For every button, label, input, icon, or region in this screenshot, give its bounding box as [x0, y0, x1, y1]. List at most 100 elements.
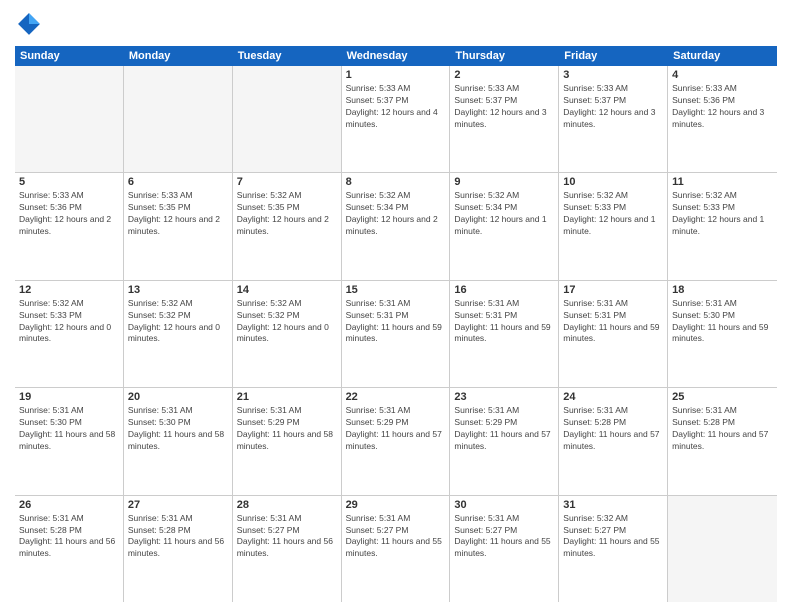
day-number: 12 [19, 284, 119, 296]
day-number: 10 [563, 176, 663, 188]
calendar-row: 26 Sunrise: 5:31 AM Sunset: 5:28 PM Dayli… [15, 496, 777, 602]
weekday-header: Sunday [15, 46, 124, 66]
day-number: 20 [128, 391, 228, 403]
calendar-cell: 4 Sunrise: 5:33 AM Sunset: 5:36 PM Daylig… [668, 66, 777, 172]
day-info: Sunrise: 5:31 AM Sunset: 5:28 PM Dayligh… [19, 513, 119, 561]
calendar-cell: 7 Sunrise: 5:32 AM Sunset: 5:35 PM Daylig… [233, 173, 342, 279]
day-number: 23 [454, 391, 554, 403]
day-number: 30 [454, 499, 554, 511]
day-info: Sunrise: 5:31 AM Sunset: 5:30 PM Dayligh… [128, 405, 228, 453]
day-number: 15 [346, 284, 446, 296]
weekday-header: Tuesday [233, 46, 342, 66]
day-info: Sunrise: 5:32 AM Sunset: 5:33 PM Dayligh… [19, 298, 119, 346]
day-info: Sunrise: 5:32 AM Sunset: 5:34 PM Dayligh… [346, 190, 446, 238]
calendar-cell [233, 66, 342, 172]
day-number: 14 [237, 284, 337, 296]
day-info: Sunrise: 5:32 AM Sunset: 5:27 PM Dayligh… [563, 513, 663, 561]
day-info: Sunrise: 5:32 AM Sunset: 5:35 PM Dayligh… [237, 190, 337, 238]
day-number: 31 [563, 499, 663, 511]
day-info: Sunrise: 5:33 AM Sunset: 5:36 PM Dayligh… [672, 83, 773, 131]
calendar-cell: 13 Sunrise: 5:32 AM Sunset: 5:32 PM Dayli… [124, 281, 233, 387]
day-info: Sunrise: 5:31 AM Sunset: 5:28 PM Dayligh… [563, 405, 663, 453]
calendar-row: 5 Sunrise: 5:33 AM Sunset: 5:36 PM Daylig… [15, 173, 777, 280]
weekday-header: Monday [124, 46, 233, 66]
day-info: Sunrise: 5:31 AM Sunset: 5:29 PM Dayligh… [346, 405, 446, 453]
day-info: Sunrise: 5:32 AM Sunset: 5:32 PM Dayligh… [237, 298, 337, 346]
day-info: Sunrise: 5:31 AM Sunset: 5:28 PM Dayligh… [128, 513, 228, 561]
weekday-header: Saturday [668, 46, 777, 66]
day-number: 7 [237, 176, 337, 188]
weekday-header: Thursday [450, 46, 559, 66]
day-number: 26 [19, 499, 119, 511]
day-number: 9 [454, 176, 554, 188]
weekday-header: Friday [559, 46, 668, 66]
calendar-row: 1 Sunrise: 5:33 AM Sunset: 5:37 PM Daylig… [15, 66, 777, 173]
day-number: 4 [672, 69, 773, 81]
calendar-cell: 8 Sunrise: 5:32 AM Sunset: 5:34 PM Daylig… [342, 173, 451, 279]
calendar-cell: 24 Sunrise: 5:31 AM Sunset: 5:28 PM Dayli… [559, 388, 668, 494]
calendar-cell: 9 Sunrise: 5:32 AM Sunset: 5:34 PM Daylig… [450, 173, 559, 279]
day-info: Sunrise: 5:32 AM Sunset: 5:32 PM Dayligh… [128, 298, 228, 346]
calendar-cell [15, 66, 124, 172]
day-info: Sunrise: 5:33 AM Sunset: 5:36 PM Dayligh… [19, 190, 119, 238]
calendar: SundayMondayTuesdayWednesdayThursdayFrid… [15, 46, 777, 602]
day-number: 3 [563, 69, 663, 81]
day-info: Sunrise: 5:31 AM Sunset: 5:27 PM Dayligh… [454, 513, 554, 561]
calendar-cell: 11Sunrise: 5:32 AM Sunset: 5:33 PM Dayli… [668, 173, 777, 279]
day-info: Sunrise: 5:31 AM Sunset: 5:27 PM Dayligh… [346, 513, 446, 561]
day-number: 8 [346, 176, 446, 188]
day-number: 6 [128, 176, 228, 188]
day-number: 29 [346, 499, 446, 511]
calendar-cell: 5 Sunrise: 5:33 AM Sunset: 5:36 PM Daylig… [15, 173, 124, 279]
calendar-container: SundayMondayTuesdayWednesdayThursdayFrid… [0, 0, 792, 612]
day-info: Sunrise: 5:31 AM Sunset: 5:30 PM Dayligh… [672, 298, 773, 346]
calendar-cell: 16 Sunrise: 5:31 AM Sunset: 5:31 PM Dayli… [450, 281, 559, 387]
calendar-cell: 14 Sunrise: 5:32 AM Sunset: 5:32 PM Dayli… [233, 281, 342, 387]
day-number: 2 [454, 69, 554, 81]
day-number: 1 [346, 69, 446, 81]
calendar-cell [668, 496, 777, 602]
weekday-header: Wednesday [342, 46, 451, 66]
day-info: Sunrise: 5:31 AM Sunset: 5:31 PM Dayligh… [454, 298, 554, 346]
day-info: Sunrise: 5:33 AM Sunset: 5:35 PM Dayligh… [128, 190, 228, 238]
day-number: 16 [454, 284, 554, 296]
calendar-cell: 25 Sunrise: 5:31 AM Sunset: 5:28 PM Dayli… [668, 388, 777, 494]
day-info: Sunrise: 5:33 AM Sunset: 5:37 PM Dayligh… [346, 83, 446, 131]
logo-icon [15, 10, 43, 38]
day-number: 17 [563, 284, 663, 296]
logo [15, 10, 47, 38]
day-number: 22 [346, 391, 446, 403]
calendar-cell: 23Sunrise: 5:31 AM Sunset: 5:29 PM Dayli… [450, 388, 559, 494]
calendar-cell [124, 66, 233, 172]
day-number: 19 [19, 391, 119, 403]
day-number: 24 [563, 391, 663, 403]
calendar-cell: 29 Sunrise: 5:31 AM Sunset: 5:27 PM Dayli… [342, 496, 451, 602]
calendar-cell: 21 Sunrise: 5:31 AM Sunset: 5:29 PM Dayli… [233, 388, 342, 494]
day-info: Sunrise: 5:31 AM Sunset: 5:28 PM Dayligh… [672, 405, 773, 453]
day-info: Sunrise: 5:31 AM Sunset: 5:30 PM Dayligh… [19, 405, 119, 453]
day-number: 25 [672, 391, 773, 403]
calendar-cell: 31 Sunrise: 5:32 AM Sunset: 5:27 PM Dayli… [559, 496, 668, 602]
day-number: 11 [672, 176, 773, 188]
calendar-cell: 28Sunrise: 5:31 AM Sunset: 5:27 PM Dayli… [233, 496, 342, 602]
day-info: Sunrise: 5:33 AM Sunset: 5:37 PM Dayligh… [454, 83, 554, 131]
calendar-cell: 22 Sunrise: 5:31 AM Sunset: 5:29 PM Dayli… [342, 388, 451, 494]
calendar-cell: 19 Sunrise: 5:31 AM Sunset: 5:30 PM Dayli… [15, 388, 124, 494]
day-number: 28 [237, 499, 337, 511]
day-info: Sunrise: 5:31 AM Sunset: 5:31 PM Dayligh… [563, 298, 663, 346]
calendar-header: SundayMondayTuesdayWednesdayThursdayFrid… [15, 46, 777, 66]
calendar-cell: 27 Sunrise: 5:31 AM Sunset: 5:28 PM Dayli… [124, 496, 233, 602]
day-number: 27 [128, 499, 228, 511]
day-info: Sunrise: 5:31 AM Sunset: 5:31 PM Dayligh… [346, 298, 446, 346]
calendar-row: 19 Sunrise: 5:31 AM Sunset: 5:30 PM Dayli… [15, 388, 777, 495]
day-number: 13 [128, 284, 228, 296]
day-info: Sunrise: 5:31 AM Sunset: 5:29 PM Dayligh… [237, 405, 337, 453]
day-number: 5 [19, 176, 119, 188]
calendar-cell: 12 Sunrise: 5:32 AM Sunset: 5:33 PM Dayli… [15, 281, 124, 387]
calendar-row: 12 Sunrise: 5:32 AM Sunset: 5:33 PM Dayli… [15, 281, 777, 388]
day-info: Sunrise: 5:32 AM Sunset: 5:34 PM Dayligh… [454, 190, 554, 238]
calendar-cell: 30 Sunrise: 5:31 AM Sunset: 5:27 PM Dayli… [450, 496, 559, 602]
calendar-cell: 10Sunrise: 5:32 AM Sunset: 5:33 PM Dayli… [559, 173, 668, 279]
day-number: 21 [237, 391, 337, 403]
calendar-cell: 26 Sunrise: 5:31 AM Sunset: 5:28 PM Dayli… [15, 496, 124, 602]
